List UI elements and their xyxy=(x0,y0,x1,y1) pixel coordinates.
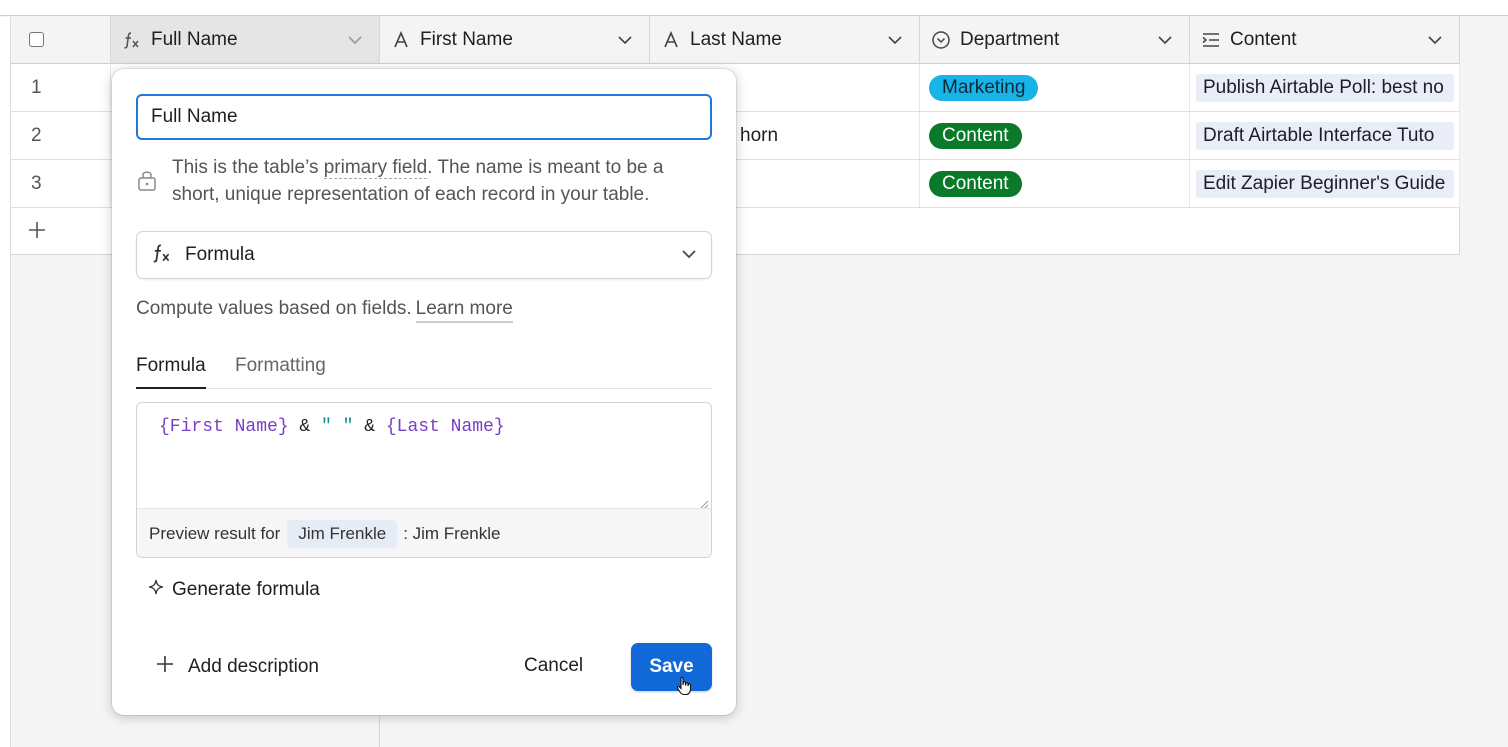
text-icon xyxy=(390,30,412,49)
field-type-label: Formula xyxy=(185,244,255,265)
select-all-header xyxy=(11,16,111,64)
tab-formula[interactable]: Formula xyxy=(136,355,206,389)
sparkle-icon xyxy=(148,579,164,601)
generate-formula-button[interactable]: Generate formula xyxy=(148,579,320,601)
formula-preview: Preview result for Jim Frenkle : Jim Fre… xyxy=(137,508,711,557)
column-header-last-name[interactable]: Last Name xyxy=(650,16,920,64)
field-config-popup: This is the table’s primary field. The n… xyxy=(112,69,736,715)
preview-prefix: Preview result for xyxy=(149,524,281,543)
formula-operator: & xyxy=(288,417,322,437)
column-label: First Name xyxy=(420,28,513,50)
field-type-description: Compute values based on fields. Learn mor… xyxy=(136,298,513,323)
department-cell[interactable]: Content xyxy=(920,112,1190,159)
learn-more-link[interactable]: Learn more xyxy=(415,298,513,323)
description-text: Compute values based on fields. xyxy=(136,298,412,319)
department-pill: Content xyxy=(929,122,1022,149)
column-label: Department xyxy=(960,28,1060,50)
note-pre: This is the table’s xyxy=(172,157,324,178)
content-cell[interactable]: Edit Zapier Beginner's Guide xyxy=(1190,160,1460,207)
chevron-down-icon xyxy=(681,246,697,264)
chevron-down-icon[interactable] xyxy=(887,35,907,45)
department-pill: Marketing xyxy=(929,74,1039,101)
preview-result: : Jim Frenkle xyxy=(403,524,501,543)
column-header-content[interactable]: Content xyxy=(1190,16,1460,64)
long-text-icon xyxy=(1200,31,1222,49)
row-number: 1 xyxy=(11,64,111,111)
note-text: This is the table’s primary field. The n… xyxy=(172,154,663,208)
content-cell[interactable]: Publish Airtable Poll: best no xyxy=(1190,64,1460,111)
add-description-button[interactable]: Add description xyxy=(156,655,319,679)
single-select-icon xyxy=(930,30,952,50)
field-type-select[interactable]: Formula xyxy=(136,231,712,279)
resize-handle-icon[interactable] xyxy=(699,497,709,510)
content-chip: Draft Airtable Interface Tuto xyxy=(1196,121,1454,150)
column-header-first-name[interactable]: First Name xyxy=(380,16,650,64)
cancel-button[interactable]: Cancel xyxy=(524,655,583,677)
plus-icon xyxy=(156,655,174,679)
formula-editor[interactable]: {First Name} & " " & {Last Name} Preview… xyxy=(136,402,712,558)
tab-formatting[interactable]: Formatting xyxy=(235,355,326,385)
department-pill: Content xyxy=(929,170,1022,197)
top-bar xyxy=(0,0,1508,16)
content-chip: Publish Airtable Poll: best no xyxy=(1196,73,1454,102)
column-label: Full Name xyxy=(151,28,238,50)
note-line-2: short, unique representation of each rec… xyxy=(172,184,650,205)
formula-string-token: " " xyxy=(321,417,354,437)
content-cell[interactable]: Draft Airtable Interface Tuto xyxy=(1190,112,1460,159)
formula-operator: & xyxy=(353,417,386,437)
hand-cursor-icon xyxy=(676,676,692,701)
formula-field-token: {Last Name} xyxy=(385,417,505,437)
left-gutter xyxy=(0,17,11,747)
row-number: 3 xyxy=(11,160,111,207)
save-button[interactable]: Save xyxy=(631,643,712,691)
content-chip: Edit Zapier Beginner's Guide xyxy=(1196,169,1454,198)
chevron-down-icon[interactable] xyxy=(617,35,637,45)
primary-field-link[interactable]: primary field xyxy=(323,157,428,179)
column-label: Content xyxy=(1230,28,1297,50)
chevron-down-icon[interactable] xyxy=(1427,35,1447,45)
lock-icon xyxy=(136,154,172,208)
chevron-down-icon[interactable] xyxy=(347,35,367,45)
select-all-checkbox[interactable] xyxy=(29,32,44,47)
chevron-down-icon[interactable] xyxy=(1157,35,1177,45)
department-cell[interactable]: Marketing xyxy=(920,64,1190,111)
row-number: 2 xyxy=(11,112,111,159)
plus-icon[interactable] xyxy=(27,220,47,245)
column-header-full-name[interactable]: Full Name xyxy=(111,16,380,64)
department-cell[interactable]: Content xyxy=(920,160,1190,207)
preview-record-chip[interactable]: Jim Frenkle xyxy=(287,520,398,548)
formula-icon xyxy=(151,242,173,269)
formula-field-token: {First Name} xyxy=(159,417,289,437)
add-description-label: Add description xyxy=(188,656,319,677)
formula-icon xyxy=(121,30,143,50)
config-tabs: Formula Formatting xyxy=(136,355,712,389)
note-post: . The name is meant to be a xyxy=(427,157,664,178)
primary-field-note: This is the table’s primary field. The n… xyxy=(136,154,712,208)
column-label: Last Name xyxy=(690,28,782,50)
text-icon xyxy=(660,30,682,49)
formula-code[interactable]: {First Name} & " " & {Last Name} xyxy=(159,417,505,437)
field-name-input[interactable] xyxy=(136,94,712,140)
generate-formula-label: Generate formula xyxy=(172,579,320,600)
column-header-department[interactable]: Department xyxy=(920,16,1190,64)
